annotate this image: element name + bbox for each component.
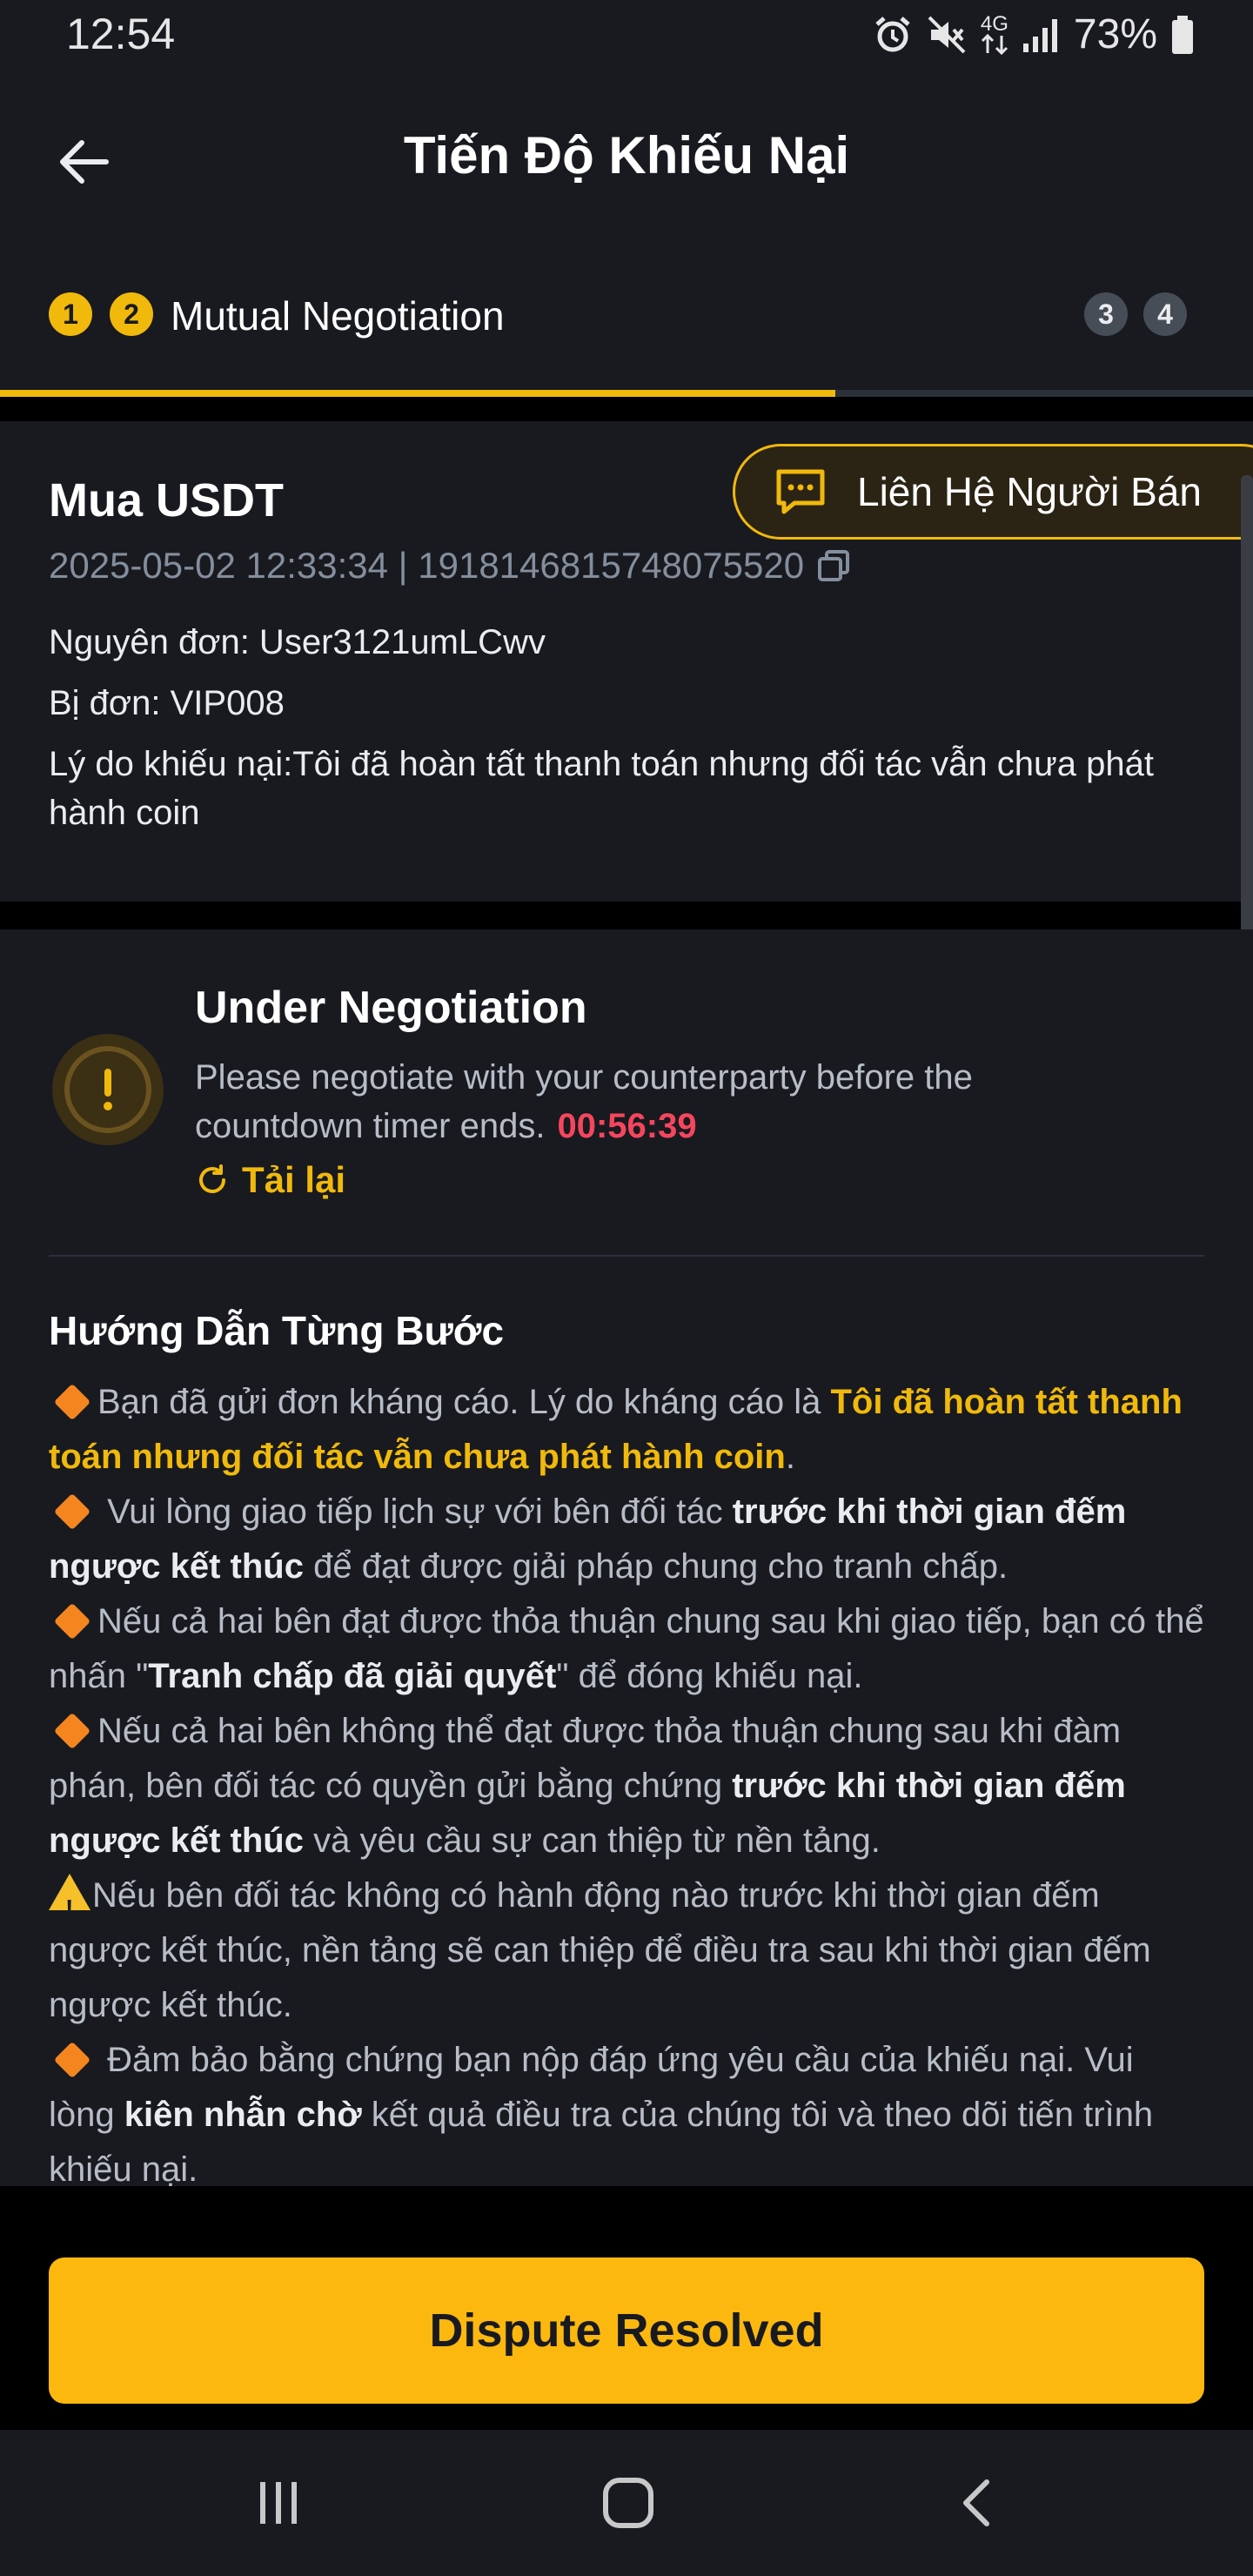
warning-icon bbox=[49, 1874, 90, 1935]
copy-icon[interactable] bbox=[816, 548, 851, 583]
step-2: 2 bbox=[110, 292, 153, 336]
contact-seller-label: Liên Hệ Người Bán bbox=[857, 469, 1202, 514]
order-meta: 2025-05-02 12:33:34 | 191814681574807552… bbox=[49, 545, 851, 587]
bottom-action-area: Dispute Resolved bbox=[0, 2186, 1253, 2430]
guide-text: Nếu bên đối tác không có hành động nào t… bbox=[49, 1876, 1151, 2024]
guide-item-1: Bạn đã gửi đơn kháng cáo. Lý do kháng cá… bbox=[49, 1375, 1206, 1485]
guide-bold: kiên nhẫn chờ bbox=[124, 2096, 362, 2134]
negotiation-description: Please negotiate with your counterparty … bbox=[195, 1053, 1178, 1150]
step-4: 4 bbox=[1143, 292, 1187, 336]
step-progress-bar bbox=[0, 390, 836, 397]
system-back-button[interactable] bbox=[943, 2468, 1013, 2538]
defendant-line: Bị đơn: VIP008 bbox=[49, 684, 285, 722]
guide-title: Hướng Dẫn Từng Bước bbox=[49, 1308, 505, 1353]
diamond-icon bbox=[53, 1383, 91, 1421]
guide-item-3: Nếu cả hai bên đạt được thỏa thuận chung… bbox=[49, 1594, 1206, 1704]
current-step-label: Mutual Negotiation bbox=[171, 293, 505, 339]
diamond-icon bbox=[53, 1712, 91, 1750]
page-title: Tiến Độ Khiếu Nại bbox=[403, 126, 850, 184]
diamond-icon bbox=[53, 1493, 91, 1531]
back-icon bbox=[963, 2479, 989, 2526]
network-type-label: 4G bbox=[980, 11, 1008, 36]
guide-item-4: Nếu cả hai bên không thể đạt được thỏa t… bbox=[49, 1704, 1206, 1868]
warning-badge bbox=[52, 1034, 164, 1145]
guide-text: Bạn đã gửi đơn kháng cáo. Lý do kháng cá… bbox=[97, 1383, 831, 1421]
step-1: 1 bbox=[49, 292, 92, 336]
step-indicator: 1 2 Mutual Negotiation 3 4 bbox=[0, 244, 1253, 397]
guide-text: . bbox=[785, 1438, 795, 1476]
diamond-icon bbox=[53, 2041, 91, 2079]
guide-text: " để đóng khiếu nại. bbox=[556, 1657, 863, 1695]
battery-percent: 73% bbox=[1073, 11, 1157, 57]
reason-line-1: Lý do khiếu nại:Tôi đã hoàn tất thanh to… bbox=[49, 745, 1155, 783]
mute-icon bbox=[926, 14, 968, 56]
guide-text: và yêu cầu sự can thiệp từ nền tảng. bbox=[304, 1821, 881, 1860]
recent-apps-button[interactable] bbox=[244, 2468, 313, 2538]
guide-content: Bạn đã gửi đơn kháng cáo. Lý do kháng cá… bbox=[49, 1375, 1206, 2197]
divider bbox=[49, 1255, 1204, 1257]
scrollbar[interactable] bbox=[1241, 475, 1253, 997]
diamond-icon bbox=[53, 1602, 91, 1640]
order-card: Mua USDT Liên Hệ Người Bán 2025-05-02 12… bbox=[0, 421, 1253, 997]
reason-line-2: hành coin bbox=[49, 794, 200, 832]
plaintiff-line: Nguyên đơn: User3121umLCwv bbox=[49, 623, 546, 661]
order-title: Mua USDT bbox=[49, 474, 284, 527]
step-3: 3 bbox=[1084, 292, 1128, 336]
negotiation-desc-line-1: Please negotiate with your counterparty … bbox=[195, 1058, 973, 1097]
system-nav-bar bbox=[0, 2430, 1253, 2576]
battery-icon bbox=[1169, 14, 1196, 56]
guide-item-5: Nếu bên đối tác không có hành động nào t… bbox=[49, 1868, 1206, 2033]
negotiation-title: Under Negotiation bbox=[195, 983, 587, 1033]
home-button[interactable] bbox=[593, 2468, 663, 2538]
alarm-icon bbox=[872, 14, 914, 56]
status-icons: 4G 73% bbox=[872, 10, 1196, 58]
reload-label: Tải lại bbox=[242, 1159, 346, 1200]
status-time: 12:54 bbox=[66, 10, 176, 58]
signal-icon bbox=[1022, 16, 1062, 54]
network-4g-icon: 4G bbox=[980, 11, 1009, 55]
guide-text: Vui lòng giao tiếp lịch sự với bên đối t… bbox=[97, 1493, 733, 1531]
dispute-resolved-button[interactable]: Dispute Resolved bbox=[49, 2257, 1204, 2404]
countdown-timer: 00:56:39 bbox=[557, 1107, 697, 1145]
negotiation-desc-text: countdown timer ends. bbox=[195, 1107, 546, 1145]
negotiation-desc-line-2: countdown timer ends. 00:56:39 bbox=[195, 1102, 1178, 1150]
guide-item-6: Đảm bảo bằng chứng bạn nộp đáp ứng yêu c… bbox=[49, 2033, 1206, 2197]
home-icon bbox=[603, 2478, 653, 2528]
negotiation-card: Under Negotiation Please negotiate with … bbox=[0, 929, 1253, 2189]
header: Tiến Độ Khiếu Nại bbox=[0, 73, 1253, 244]
contact-seller-button[interactable]: Liên Hệ Người Bán bbox=[733, 444, 1253, 540]
chat-icon bbox=[776, 469, 825, 514]
recent-apps-icon bbox=[260, 2482, 297, 2524]
refresh-icon bbox=[199, 1164, 225, 1193]
order-time-id: 2025-05-02 12:33:34 | 191814681574807552… bbox=[49, 545, 805, 586]
status-bar: 12:54 4G 73% bbox=[0, 0, 1253, 73]
guide-item-2: Vui lòng giao tiếp lịch sự với bên đối t… bbox=[49, 1485, 1206, 1594]
exclamation-icon bbox=[104, 1069, 112, 1110]
guide-bold: Tranh chấp đã giải quyết bbox=[148, 1657, 557, 1695]
guide-text: để đạt được giải pháp chung cho tranh ch… bbox=[304, 1547, 1008, 1586]
reload-button[interactable]: Tải lại bbox=[195, 1159, 345, 1201]
